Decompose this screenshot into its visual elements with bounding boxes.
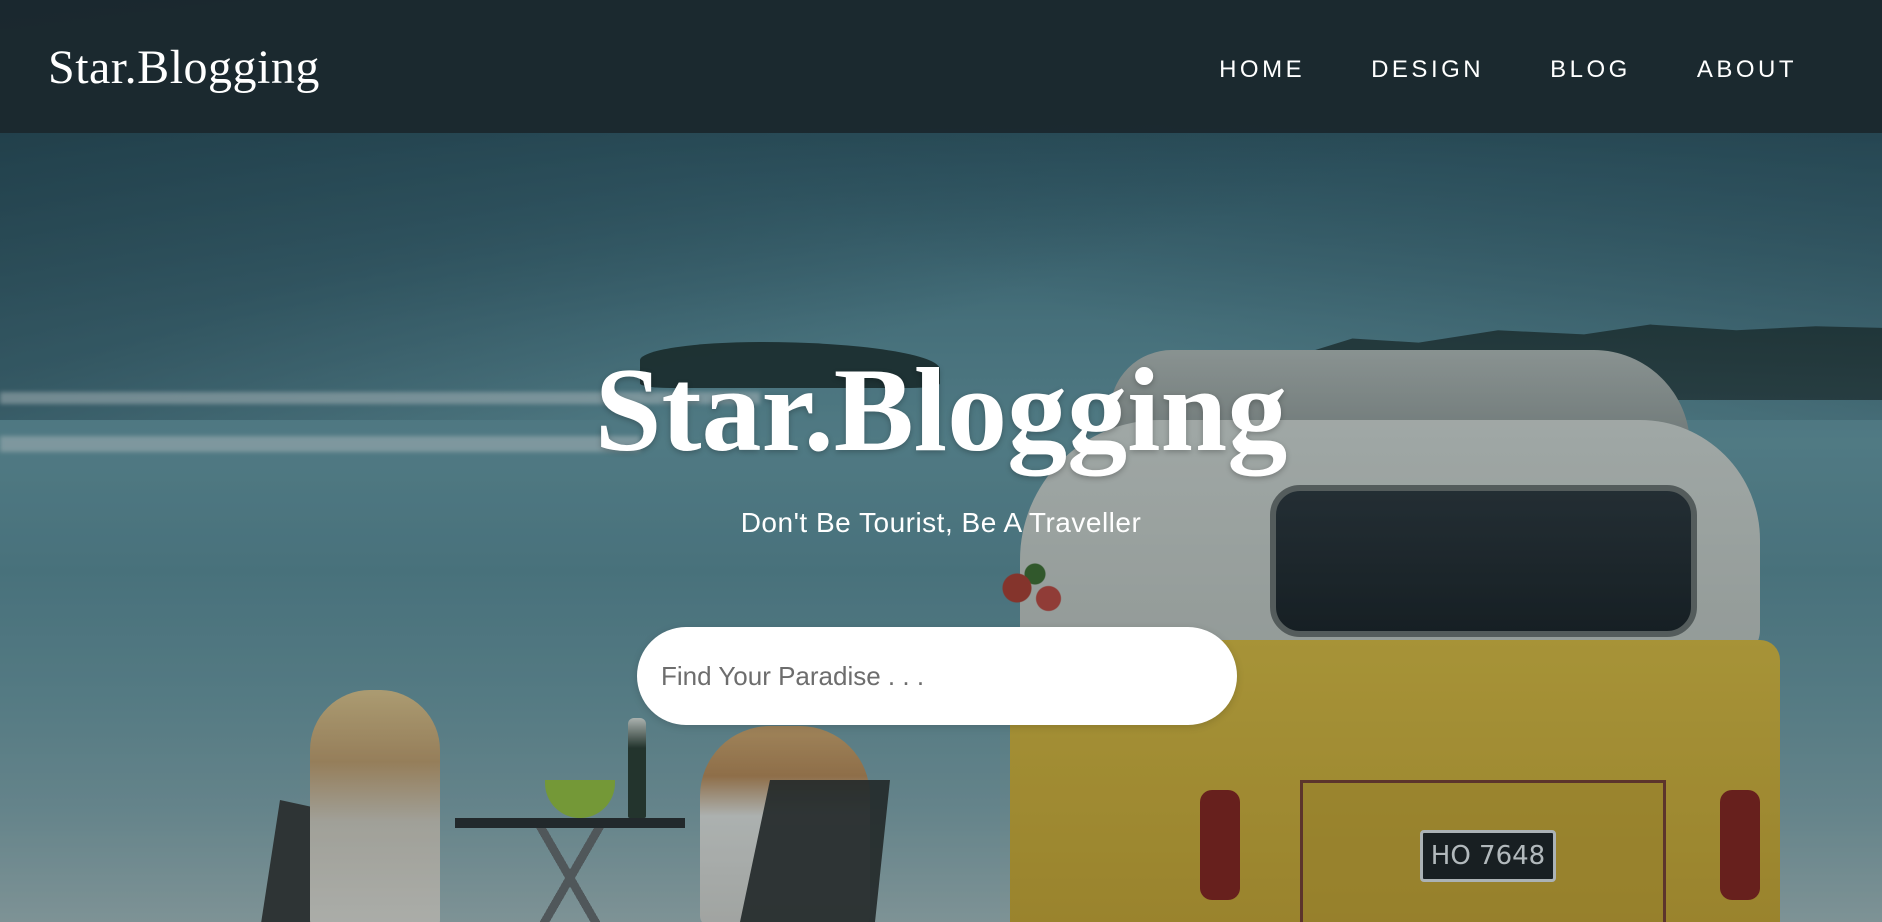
nav-link-design[interactable]: DESIGN	[1371, 56, 1484, 83]
page: HO 7648 Star.Blogging HOME DESIGN BLOG A…	[0, 0, 1882, 922]
navbar: Star.Blogging HOME DESIGN BLOG ABOUT	[0, 0, 1882, 133]
nav-menu: HOME DESIGN BLOG ABOUT	[1219, 56, 1797, 84]
nav-item: DESIGN	[1371, 56, 1484, 84]
nav-link-blog[interactable]: BLOG	[1550, 56, 1631, 83]
nav-link-home[interactable]: HOME	[1219, 56, 1305, 83]
nav-link-about[interactable]: ABOUT	[1697, 56, 1797, 83]
hero-section: Star.Blogging Don't Be Tourist, Be A Tra…	[0, 133, 1882, 922]
nav-item: BLOG	[1550, 56, 1631, 84]
search-box[interactable]	[637, 627, 1237, 725]
nav-item: ABOUT	[1697, 56, 1797, 84]
nav-item: HOME	[1219, 56, 1305, 84]
search-input[interactable]	[661, 627, 1201, 725]
hero-tagline: Don't Be Tourist, Be A Traveller	[740, 507, 1142, 538]
hero-title: Star.Blogging	[594, 343, 1288, 476]
brand-logo[interactable]: Star.Blogging	[48, 40, 320, 95]
